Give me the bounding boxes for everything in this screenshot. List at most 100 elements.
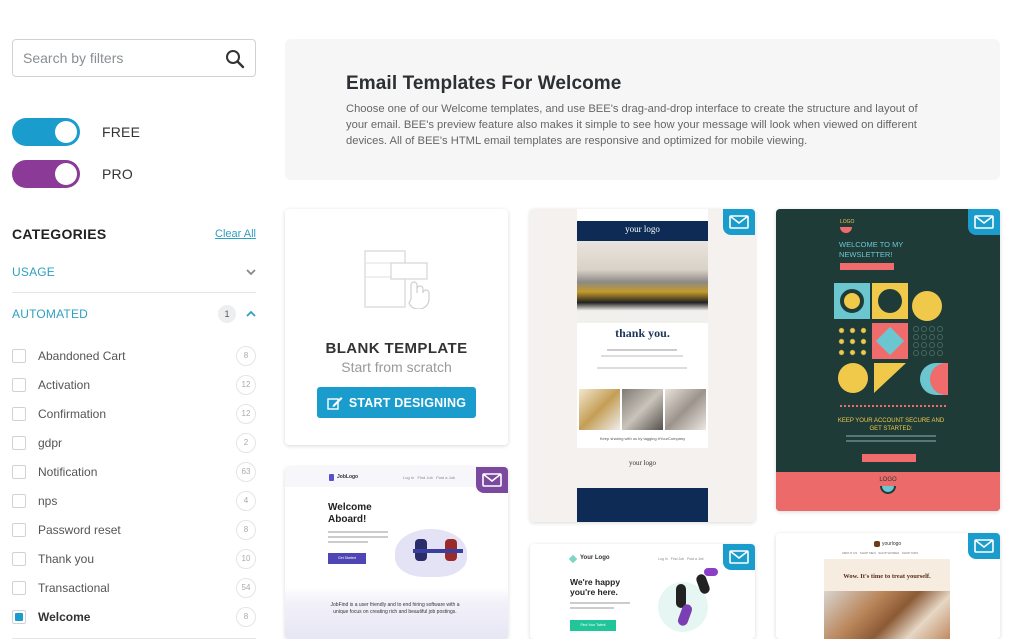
pro-template-badge — [476, 467, 508, 493]
template-card-newsletter-welcome[interactable]: LOGO WELCOME TO MY NEWSLETTER! KEEP YOUR… — [776, 209, 1000, 511]
free-template-badge — [723, 544, 755, 570]
template-card-hotel-thank-you[interactable]: your logo thank you. Keep sharing with u… — [530, 209, 755, 522]
preview-nav: ABOUT US SHOP MEN SHOP WOMEN SHOP KIDS — [842, 551, 919, 555]
filter-sidebar: FREE PRO CATEGORIES Clear All USAGE AUTO… — [12, 39, 256, 639]
checkbox[interactable] — [12, 435, 26, 450]
template-preview: your logo thank you. Keep sharing with u… — [577, 209, 708, 522]
section-usage[interactable]: USAGE — [12, 251, 256, 293]
category-label: Confirmation — [38, 406, 107, 421]
pro-filter-row: PRO — [12, 153, 256, 195]
category-count: 63 — [236, 461, 256, 482]
section-automated[interactable]: AUTOMATED 1 — [12, 293, 256, 335]
category-item-activation[interactable]: Activation 12 — [12, 370, 256, 399]
category-label: Abandoned Cart — [38, 348, 126, 363]
free-toggle[interactable] — [12, 118, 80, 146]
preview-hashtag: Keep sharing with us by tagging #YourCom… — [599, 436, 686, 441]
toggle-knob — [55, 121, 77, 143]
mail-icon — [974, 215, 994, 229]
preview-logo: LOGO — [840, 219, 855, 225]
category-count: 8 — [236, 606, 256, 627]
categories-header: CATEGORIES Clear All — [12, 217, 256, 251]
category-label: Transactional — [38, 580, 110, 595]
blank-template-card[interactable]: BLANK TEMPLATE Start from scratch START … — [285, 209, 508, 445]
category-label: Welcome — [38, 609, 91, 624]
pro-toggle[interactable] — [12, 160, 80, 188]
category-item-nps[interactable]: nps 4 — [12, 486, 256, 515]
preview-heading: WELCOME TO MY NEWSLETTER! — [839, 240, 904, 259]
blank-template-subtitle: Start from scratch — [341, 359, 452, 375]
preview-logo: Your Logo — [580, 555, 610, 561]
checkbox[interactable] — [12, 522, 26, 537]
checkbox[interactable] — [12, 406, 26, 421]
free-template-badge — [968, 533, 1000, 559]
category-count: 8 — [236, 345, 256, 366]
preview-logo: JobLogo — [337, 474, 359, 480]
preview-button: Find Your Talent — [580, 623, 606, 627]
preview-nav: Log In Find Job Post a Job — [658, 557, 704, 561]
category-label: nps — [38, 493, 58, 508]
start-designing-button[interactable]: START DESIGNING — [316, 387, 477, 418]
checkbox[interactable] — [12, 493, 26, 508]
preview-logo: yourlogo — [882, 541, 902, 547]
free-toggle-label: FREE — [102, 124, 141, 140]
category-item-password-reset[interactable]: Password reset 8 — [12, 515, 256, 544]
mail-icon — [974, 539, 994, 553]
category-item-notification[interactable]: Notification 63 — [12, 457, 256, 486]
pro-toggle-label: PRO — [102, 166, 133, 182]
preview-logo: your logo — [625, 224, 660, 234]
category-item-abandoned-cart[interactable]: Abandoned Cart 8 — [12, 341, 256, 370]
category-item-confirmation[interactable]: Confirmation 12 — [12, 399, 256, 428]
checkbox[interactable] — [12, 348, 26, 363]
category-count: 8 — [236, 519, 256, 540]
mail-icon — [482, 473, 502, 487]
category-count: 54 — [236, 577, 256, 598]
category-list: Abandoned Cart 8 Activation 12 Confirmatio… — [12, 335, 256, 631]
checkbox[interactable] — [12, 551, 26, 566]
template-card-job-welcome-aboard[interactable]: JobLogo Log In Find Job Post a Job Welco… — [285, 467, 508, 639]
blank-template-title: BLANK TEMPLATE — [325, 340, 468, 357]
template-card-happy-youre-here[interactable]: Your Logo Log In Find Job Post a Job We'… — [530, 544, 755, 639]
search-box — [12, 39, 256, 77]
preview-footer-logo: LOGO — [879, 477, 897, 483]
mail-icon — [729, 550, 749, 564]
category-label: gdpr — [38, 435, 63, 450]
preview-heading: Welcome Aboard! — [328, 502, 372, 525]
category-item-transactional[interactable]: Transactional 54 — [12, 573, 256, 602]
checkbox[interactable] — [12, 464, 26, 479]
category-item-welcome[interactable]: Welcome 8 — [12, 602, 256, 631]
checkbox-checked[interactable] — [12, 609, 26, 624]
category-count: 12 — [236, 374, 256, 395]
preview-footer-logo: your logo — [628, 459, 657, 467]
category-label: Password reset — [38, 522, 121, 537]
drag-drop-illustration-icon — [363, 250, 430, 310]
free-template-badge — [723, 209, 755, 235]
start-designing-label: START DESIGNING — [348, 395, 467, 410]
category-label: Notification — [38, 464, 98, 479]
category-count: 2 — [236, 432, 256, 453]
preview-button: Get Started — [338, 556, 356, 560]
page-header: Email Templates For Welcome Choose one o… — [285, 39, 1000, 180]
categories-title: CATEGORIES — [12, 226, 107, 242]
section-usage-title: USAGE — [12, 264, 56, 279]
chevron-up-icon — [246, 310, 256, 317]
selected-count-badge: 1 — [218, 305, 236, 323]
preview-heading: We're happy you're here. — [570, 577, 621, 597]
category-item-thank-you[interactable]: Thank you 10 — [12, 544, 256, 573]
preview-subheading: KEEP YOUR ACCOUNT SECURE AND GET STARTED… — [837, 418, 945, 432]
clear-all-link[interactable]: Clear All — [215, 228, 256, 240]
mail-icon — [729, 215, 749, 229]
edit-icon — [327, 396, 343, 410]
category-count: 12 — [236, 403, 256, 424]
template-card-treat-yourself[interactable]: yourlogo ABOUT US SHOP MEN SHOP WOMEN SH… — [776, 533, 1000, 639]
search-input[interactable] — [13, 40, 255, 76]
search-icon[interactable] — [225, 49, 245, 69]
checkbox[interactable] — [12, 580, 26, 595]
page-description: Choose one of our Welcome templates, and… — [346, 103, 918, 147]
checkbox[interactable] — [12, 377, 26, 392]
category-count: 4 — [236, 490, 256, 511]
preview-body: JobFind is a user friendly and to end hi… — [330, 602, 460, 615]
category-item-gdpr[interactable]: gdpr 2 — [12, 428, 256, 457]
chevron-down-icon — [246, 268, 256, 275]
free-template-badge — [968, 209, 1000, 235]
category-label: Activation — [38, 377, 91, 392]
